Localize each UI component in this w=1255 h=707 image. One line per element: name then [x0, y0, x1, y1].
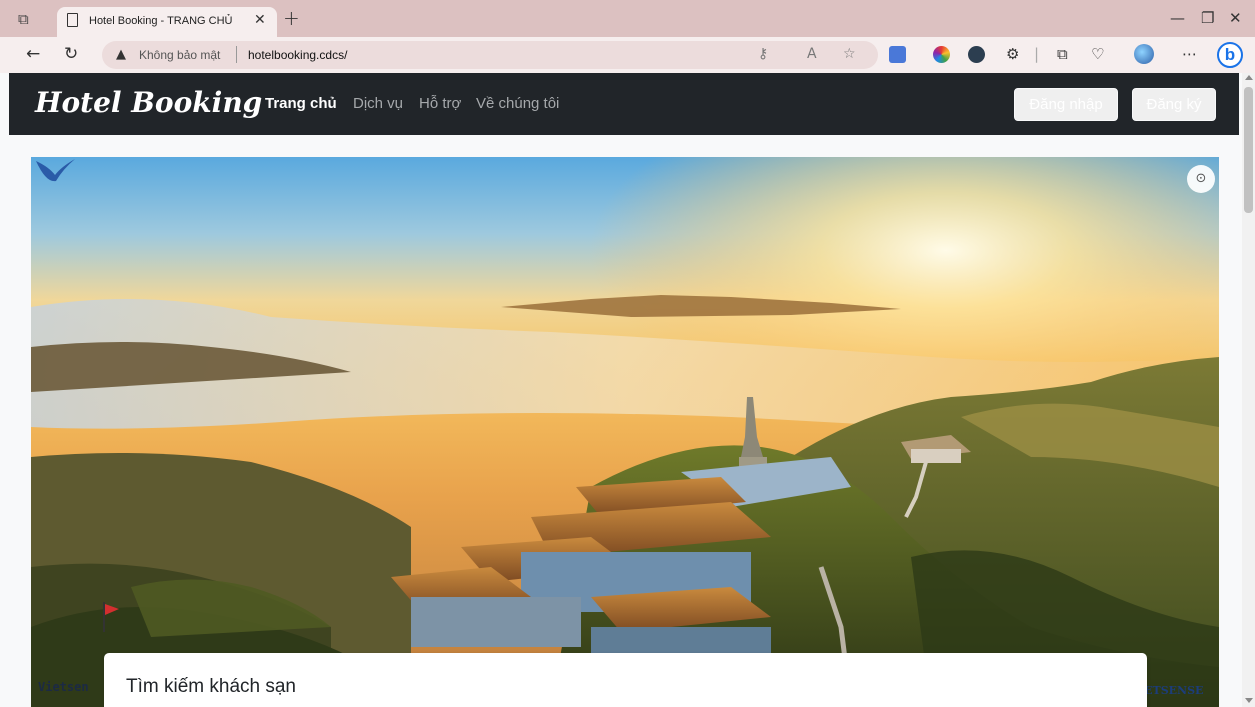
page-icon	[67, 13, 78, 27]
dark-extension-icon[interactable]	[968, 46, 985, 63]
tab-title: Hotel Booking - TRANG CHỦ	[89, 15, 233, 27]
key-icon[interactable]: ⚷	[758, 46, 768, 62]
search-card-title: Tìm kiếm khách sạn	[126, 676, 296, 697]
hero-landscape-image	[31, 157, 1219, 707]
workspaces-icon[interactable]: ⧉	[18, 10, 36, 28]
nav-link-services[interactable]: Dịch vụ	[353, 95, 403, 112]
url-divider	[236, 46, 237, 63]
bing-copilot-icon[interactable]: b	[1217, 42, 1243, 68]
close-tab-icon[interactable]: ✕	[254, 12, 266, 28]
page-viewport: Hotel Booking Trang chủ Dịch vụ Hỗ trợ V…	[0, 73, 1255, 707]
favorite-star-icon[interactable]: ☆	[843, 46, 856, 62]
more-options-icon[interactable]: ⋯	[1182, 45, 1197, 63]
url-text[interactable]: hotelbooking.cdcs/	[248, 48, 347, 62]
browser-tab[interactable]: Hotel Booking - TRANG CHỦ ✕	[57, 7, 277, 37]
browser-essentials-icon[interactable]: ♡	[1091, 45, 1104, 63]
minimize-icon[interactable]: —	[1170, 9, 1185, 27]
login-button[interactable]: Đăng nhập	[1014, 88, 1118, 121]
toolbar-divider: |	[1034, 45, 1040, 63]
site-brand[interactable]: Hotel Booking	[35, 86, 262, 119]
scroll-up-icon[interactable]	[1245, 75, 1253, 80]
color-extension-icon[interactable]	[933, 46, 950, 63]
hotel-search-card: Tìm kiếm khách sạn	[104, 653, 1147, 707]
extensions-icon[interactable]: ⚙	[1006, 45, 1019, 63]
profile-avatar[interactable]	[1134, 44, 1154, 64]
close-window-icon[interactable]: ✕	[1229, 9, 1242, 27]
restore-icon[interactable]: ❐	[1201, 9, 1214, 27]
nav-link-support[interactable]: Hỗ trợ	[419, 95, 461, 112]
read-aloud-icon[interactable]: A	[807, 46, 817, 62]
new-tab-icon[interactable]: +	[283, 6, 300, 30]
browser-tab-strip: ⧉ Hotel Booking - TRANG CHỦ ✕ + — ❐ ✕	[0, 0, 1255, 37]
warning-icon[interactable]: ▲	[116, 47, 126, 62]
scrollbar-thumb[interactable]	[1244, 87, 1253, 213]
hero-banner: ⊙ Vietsen IETSENSE	[31, 157, 1219, 707]
browser-toolbar: ← ↻ ▲ Không bảo mật hotelbooking.cdcs/ ⚷…	[0, 37, 1255, 73]
register-button[interactable]: Đăng ký	[1132, 88, 1216, 121]
vietsense-logo-icon	[36, 159, 75, 182]
security-status[interactable]: Không bảo mật	[139, 48, 220, 62]
back-icon[interactable]: ←	[26, 44, 40, 64]
nav-link-about[interactable]: Về chúng tôi	[476, 95, 559, 112]
address-bar[interactable]: ▲ Không bảo mật hotelbooking.cdcs/ ⚷ A ☆	[102, 41, 878, 69]
site-navbar: Hotel Booking Trang chủ Dịch vụ Hỗ trợ V…	[9, 73, 1239, 135]
extension-icon[interactable]	[889, 46, 906, 63]
nav-link-home[interactable]: Trang chủ	[265, 95, 337, 112]
refresh-icon[interactable]: ↻	[64, 44, 78, 64]
watermark-left: Vietsen	[38, 680, 89, 694]
scroll-down-icon[interactable]	[1245, 698, 1253, 703]
collections-icon[interactable]: ⧉	[1057, 45, 1068, 63]
page-scrollbar[interactable]	[1242, 73, 1255, 707]
watermark-right: IETSENSE	[1139, 684, 1204, 697]
visual-search-icon[interactable]: ⊙	[1187, 165, 1215, 193]
